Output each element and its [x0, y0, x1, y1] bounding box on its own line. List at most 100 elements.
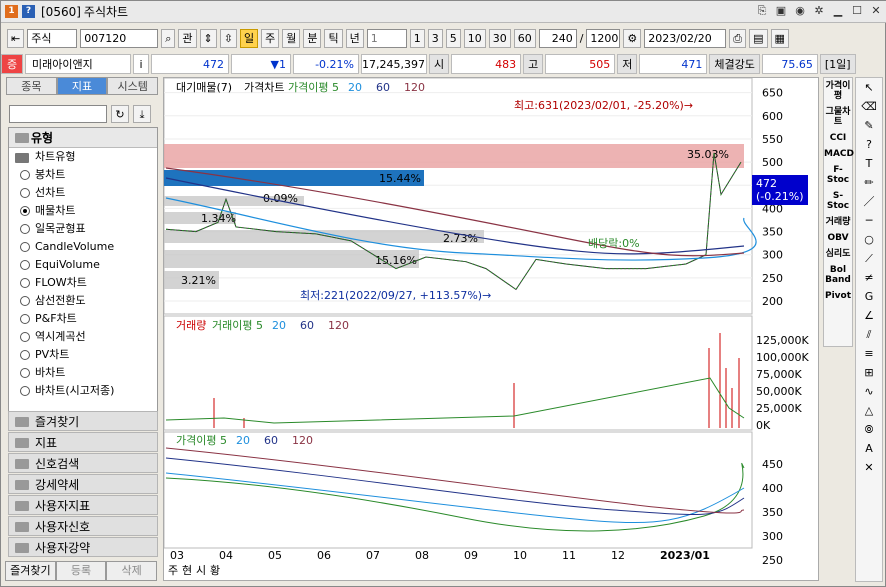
- tab-indicator[interactable]: 지표: [56, 77, 108, 95]
- maximize-icon[interactable]: ☐: [850, 4, 864, 18]
- all-icon[interactable]: ✎: [856, 116, 882, 135]
- radio-button[interactable]: [20, 332, 30, 342]
- indicator-button[interactable]: S-Stoc: [824, 188, 852, 214]
- interval-10-button[interactable]: 10: [463, 29, 486, 48]
- chart-type-item[interactable]: 일목균형표: [9, 220, 157, 238]
- radio-button[interactable]: [20, 188, 30, 198]
- tri-icon[interactable]: △: [856, 401, 882, 420]
- wave-icon[interactable]: ∿: [856, 382, 882, 401]
- chart-svg[interactable]: 650 600 550 500 450 400 350 300 250 200 35.03% 15.4…: [163, 77, 818, 580]
- tree-group-chart-type[interactable]: 차트유형: [9, 148, 157, 166]
- interval-select[interactable]: 1: [366, 29, 407, 48]
- chart-type-item[interactable]: 봉차트: [9, 166, 157, 184]
- tab-stock[interactable]: 종목: [6, 77, 57, 95]
- chart-type-item[interactable]: 바차트(시고저종): [9, 382, 157, 400]
- chart-type-item[interactable]: FLOW차트: [9, 274, 157, 292]
- tab-system[interactable]: 시스템: [107, 77, 159, 95]
- market-select[interactable]: 주식: [27, 29, 78, 48]
- period-day-button[interactable]: 일: [239, 29, 259, 48]
- indicator-search-input[interactable]: [9, 105, 107, 123]
- chart-type-item[interactable]: 선차트: [9, 184, 157, 202]
- period-week-button[interactable]: 주: [261, 29, 280, 48]
- circle-icon[interactable]: ○: [856, 230, 882, 249]
- tree-header-type[interactable]: 유형: [9, 128, 157, 148]
- period-month-button[interactable]: 월: [282, 29, 301, 48]
- delete-draw-icon[interactable]: ✕: [856, 458, 882, 477]
- fibo-icon[interactable]: ≡: [856, 344, 882, 363]
- radio-button[interactable]: [20, 350, 30, 360]
- category-item[interactable]: 신호검색: [8, 453, 158, 473]
- category-item[interactable]: 지표: [8, 432, 158, 452]
- zig-icon[interactable]: ⫽: [856, 325, 882, 344]
- chart-type-item[interactable]: PV차트: [9, 346, 157, 364]
- radio-button[interactable]: [20, 170, 30, 180]
- trend-icon[interactable]: ⟋: [856, 249, 882, 268]
- date-select[interactable]: 2023/02/20: [644, 29, 727, 48]
- period-minute-button[interactable]: 분: [303, 29, 322, 48]
- delete-button[interactable]: 삭제: [106, 561, 158, 581]
- info-tag[interactable]: i: [133, 54, 149, 74]
- save-layout-icon[interactable]: ▤: [749, 29, 768, 48]
- radio-button[interactable]: [20, 296, 30, 306]
- question-icon[interactable]: ?: [856, 135, 882, 154]
- indicator-button[interactable]: 가격이평: [824, 78, 852, 104]
- fan-icon[interactable]: ∠: [856, 306, 882, 325]
- radio-button[interactable]: [20, 386, 30, 396]
- indicator-button[interactable]: MACD: [824, 146, 854, 162]
- indicator-button[interactable]: F-Stoc: [824, 162, 852, 188]
- interval-60-button[interactable]: 60: [513, 29, 536, 48]
- chart-type-item[interactable]: CandleVolume: [9, 238, 157, 256]
- text-icon[interactable]: T: [856, 154, 882, 173]
- save-icon[interactable]: ▣: [774, 4, 788, 18]
- chart-type-item[interactable]: 역시계곡선: [9, 328, 157, 346]
- max-count-input[interactable]: 1200: [586, 29, 621, 48]
- h-line-icon[interactable]: ─: [856, 211, 882, 230]
- count-input[interactable]: 240: [538, 29, 577, 48]
- chart-type-item[interactable]: P&F차트: [9, 310, 157, 328]
- toggle-icon[interactable]: ⇕: [199, 29, 217, 48]
- gann-icon[interactable]: G: [856, 287, 882, 306]
- category-item[interactable]: 사용자강약: [8, 537, 158, 557]
- period-year-button[interactable]: 년: [345, 29, 364, 48]
- category-item[interactable]: 사용자지표: [8, 495, 158, 515]
- indicator-button[interactable]: Bol Band: [824, 262, 852, 288]
- nav-back-icon[interactable]: ⇤: [7, 29, 25, 48]
- channel-icon[interactable]: ≠: [856, 268, 882, 287]
- kwan-button[interactable]: 관: [178, 29, 197, 48]
- gear-icon[interactable]: ✲: [812, 4, 826, 18]
- eraser-icon[interactable]: ⌫: [856, 97, 882, 116]
- interval-5-button[interactable]: 5: [445, 29, 461, 48]
- cursor-icon[interactable]: ↖: [856, 78, 882, 97]
- category-item[interactable]: 사용자신호: [8, 516, 158, 536]
- pen-icon[interactable]: ✏: [856, 173, 882, 192]
- radio-button[interactable]: [20, 368, 30, 378]
- register-button[interactable]: 등록: [55, 561, 107, 581]
- menu-number-icon[interactable]: 1: [5, 5, 18, 18]
- chart-type-item[interactable]: 매물차트: [9, 202, 157, 220]
- close-icon[interactable]: ✕: [869, 4, 883, 18]
- chart-type-item[interactable]: EquiVolume: [9, 256, 157, 274]
- interval-1-button[interactable]: 1: [409, 29, 425, 48]
- search-icon[interactable]: ⌕: [161, 29, 176, 48]
- minimize-icon[interactable]: ▁: [831, 4, 845, 18]
- radio-button[interactable]: [20, 206, 30, 216]
- grid-icon[interactable]: ⊞: [856, 363, 882, 382]
- indicator-button[interactable]: OBV: [824, 230, 852, 246]
- period-tick-button[interactable]: 틱: [324, 29, 343, 48]
- chart-type-item[interactable]: 바차트: [9, 364, 157, 382]
- line-icon[interactable]: ／: [856, 192, 882, 211]
- chart-area[interactable]: 650 600 550 500 450 400 350 300 250 200 35.03% 15.4…: [163, 77, 819, 581]
- camera-icon[interactable]: ◉: [793, 4, 807, 18]
- chart-type-item[interactable]: 삼선전환도: [9, 292, 157, 310]
- export-icon[interactable]: ▦: [770, 29, 789, 48]
- radio-button[interactable]: [20, 314, 30, 324]
- radio-button[interactable]: [20, 260, 30, 270]
- link-icon[interactable]: ⎘: [755, 4, 769, 18]
- spinner-icon[interactable]: ⇳: [219, 29, 237, 48]
- interval-30-button[interactable]: 30: [488, 29, 511, 48]
- help-icon[interactable]: ?: [22, 5, 35, 18]
- category-item[interactable]: 즐겨찾기: [8, 411, 158, 431]
- radio-button[interactable]: [20, 224, 30, 234]
- print-icon[interactable]: ⎙: [729, 29, 747, 48]
- interval-3-button[interactable]: 3: [427, 29, 443, 48]
